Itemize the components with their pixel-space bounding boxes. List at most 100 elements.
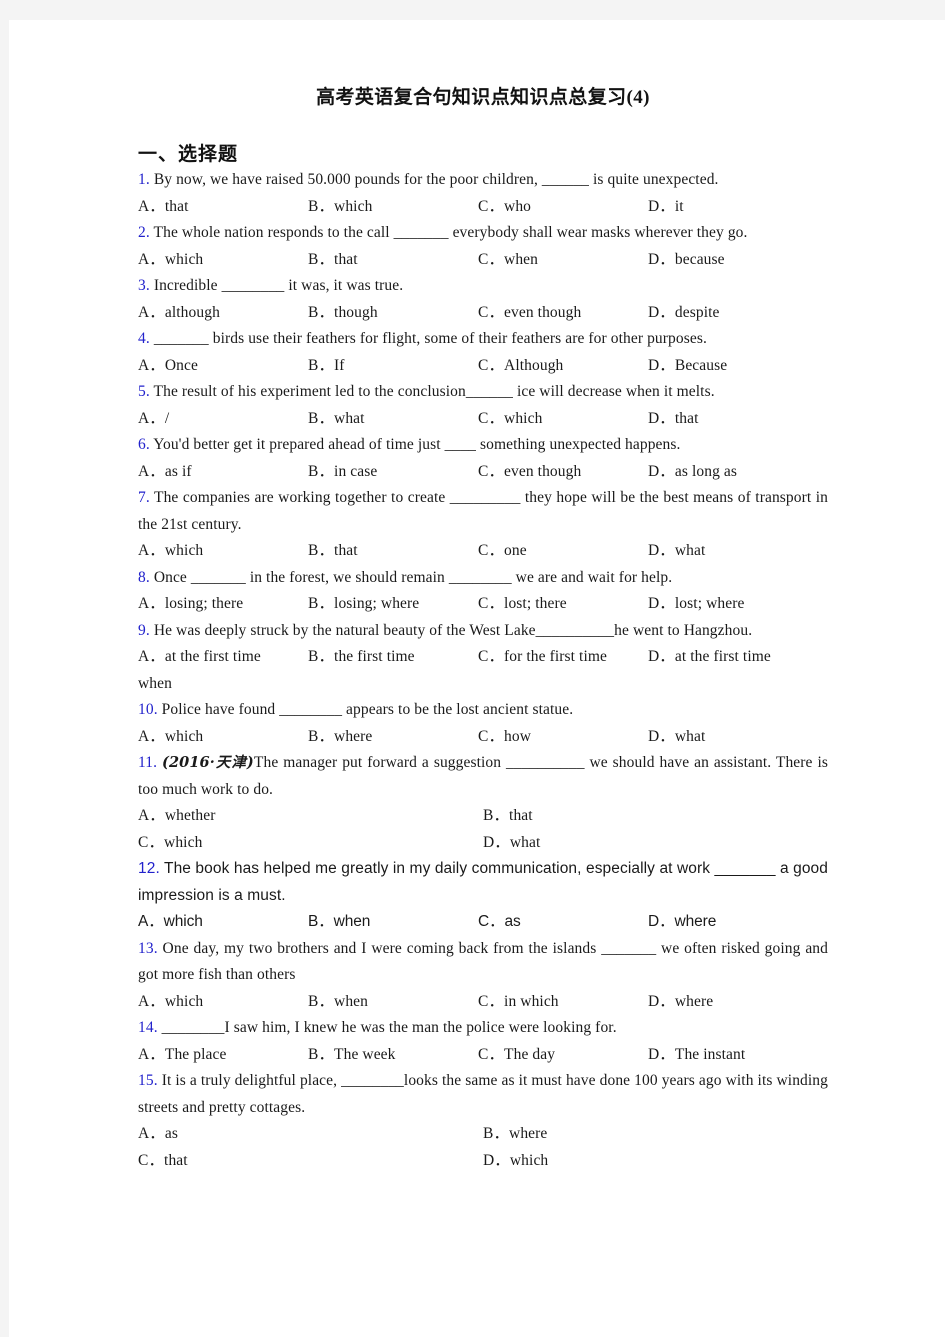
question-stem-text: ________I saw him, I knew he was the man… [161, 1019, 617, 1036]
answer-option[interactable]: D．lost; where [648, 591, 818, 618]
answer-option[interactable]: A．losing; there [138, 591, 308, 618]
question-item: 5. The result of his experiment led to t… [138, 379, 828, 432]
answer-option[interactable]: C．which [478, 406, 648, 433]
answer-option[interactable]: D．at the first time [648, 644, 818, 671]
answer-option[interactable]: C．as [478, 909, 648, 936]
question-stem-text: One day, my two brothers and I were comi… [138, 939, 829, 984]
answer-option[interactable]: A．which [138, 909, 308, 936]
question-number: 10. [138, 701, 158, 718]
section-heading-multiple-choice: 一、选择题 [138, 144, 239, 165]
answer-option[interactable]: D．it [648, 194, 818, 221]
question-item: 15. It is a truly delightful place, ____… [138, 1068, 828, 1174]
answer-option[interactable]: A．as if [138, 459, 308, 486]
answer-option[interactable]: D．because [648, 247, 818, 274]
answer-option[interactable]: D．what [648, 538, 818, 565]
answer-option[interactable]: B．though [308, 300, 478, 327]
answer-option[interactable]: D．where [648, 909, 818, 936]
question-item: 6. You'd better get it prepared ahead of… [138, 432, 828, 485]
answer-option[interactable]: C．when [478, 247, 648, 274]
option-row: A．which B．that C．when D．because [138, 247, 828, 274]
option-row: A．which B．when C．in which D．where [138, 989, 828, 1016]
answer-option[interactable]: A．that [138, 194, 308, 221]
answer-option[interactable]: A．which [138, 989, 308, 1016]
answer-option[interactable]: B．that [483, 803, 828, 830]
answer-option[interactable]: B．If [308, 353, 478, 380]
answer-option[interactable]: C．how [478, 724, 648, 751]
question-item: 9. He was deeply struck by the natural b… [138, 618, 828, 698]
question-item: 12. The book has helped me greatly in my… [138, 856, 828, 936]
option-row: A．which B．where C．how D．what [138, 724, 828, 751]
answer-option[interactable]: B．when [308, 989, 478, 1016]
option-row: C．which D．what [138, 830, 828, 857]
answer-option[interactable]: B．which [308, 194, 478, 221]
question-stem: 14. ________I saw him, I knew he was the… [138, 1015, 828, 1042]
question-stem-text: The result of his experiment led to the … [153, 383, 715, 400]
question-stem-text: Incredible ________ it was, it was true. [153, 277, 404, 294]
question-item: 13. One day, my two brothers and I were … [138, 936, 828, 1016]
page-title: 高考英语复合句知识点知识点总复习(4) [316, 87, 650, 108]
answer-option[interactable]: A．which [138, 724, 308, 751]
answer-option[interactable]: B．in case [308, 459, 478, 486]
answer-option[interactable]: D．as long as [648, 459, 818, 486]
option-row: A．at the first time B．the first time C．for… [138, 644, 828, 671]
answer-option[interactable]: D．what [648, 724, 818, 751]
question-number: 6. [138, 436, 150, 453]
answer-option[interactable]: B．losing; where [308, 591, 478, 618]
answer-option[interactable]: C．even though [478, 459, 648, 486]
answer-option[interactable]: D．which [483, 1148, 828, 1175]
answer-option[interactable]: D．The instant [648, 1042, 818, 1069]
answer-option[interactable]: A．/ [138, 406, 308, 433]
answer-option[interactable]: C．in which [478, 989, 648, 1016]
answer-option[interactable]: A．The place [138, 1042, 308, 1069]
answer-option[interactable]: D．what [483, 830, 828, 857]
answer-option[interactable]: C．which [138, 830, 483, 857]
question-item: 11. (2016·天津)The manager put forward a s… [138, 750, 828, 856]
question-number: 1. [138, 171, 150, 188]
question-number: 11. [138, 754, 158, 771]
question-stem: 10. Police have found ________ appears t… [138, 697, 828, 724]
answer-option[interactable]: C．The day [478, 1042, 648, 1069]
question-stem-text: _______ birds use their feathers for fli… [153, 330, 707, 347]
answer-option[interactable]: B．where [308, 724, 478, 751]
answer-option[interactable]: C．one [478, 538, 648, 565]
answer-option[interactable]: A．whether [138, 803, 483, 830]
answer-option[interactable]: D．where [648, 989, 818, 1016]
answer-option[interactable]: C．who [478, 194, 648, 221]
question-stem-text: You'd better get it prepared ahead of ti… [153, 436, 681, 453]
question-stem-text: The book has helped me greatly in my dai… [138, 860, 828, 904]
question-stem-text: He was deeply struck by the natural beau… [153, 621, 753, 639]
question-number: 3. [138, 277, 150, 294]
question-number: 15. [138, 1072, 158, 1089]
question-number: 14. [138, 1019, 158, 1036]
answer-option[interactable]: B．what [308, 406, 478, 433]
answer-option[interactable]: B．that [308, 247, 478, 274]
answer-option[interactable]: B．where [483, 1121, 828, 1148]
answer-option[interactable]: B．The week [308, 1042, 478, 1069]
answer-option[interactable]: A．although [138, 300, 308, 327]
answer-option[interactable]: C．that [138, 1148, 483, 1175]
question-item: 7. The companies are working together to… [138, 485, 828, 565]
question-number: 2. [138, 224, 150, 241]
answer-option[interactable]: A．as [138, 1121, 483, 1148]
answer-option[interactable]: D．that [648, 406, 818, 433]
question-item: 10. Police have found ________ appears t… [138, 697, 828, 750]
scan-margin-left [0, 0, 9, 1337]
answer-option[interactable]: A．which [138, 538, 308, 565]
answer-option[interactable]: C．even though [478, 300, 648, 327]
answer-option[interactable]: B．that [308, 538, 478, 565]
answer-option[interactable]: C．lost; there [478, 591, 648, 618]
question-stem: 8. Once _______ in the forest, we should… [138, 565, 828, 592]
answer-option[interactable]: A．at the first time [138, 644, 308, 671]
answer-option[interactable]: A．which [138, 247, 308, 274]
answer-option[interactable]: B．when [308, 909, 478, 936]
answer-option[interactable]: B．the first time [308, 644, 478, 671]
option-row: A．which B．when C．as D．where [138, 909, 828, 936]
answer-option[interactable]: C．Although [478, 353, 648, 380]
question-stem-text: It is a truly delightful place, ________… [138, 1072, 828, 1116]
answer-option[interactable]: A．Once [138, 353, 308, 380]
option-overflow-text: when [138, 674, 172, 692]
answer-option[interactable]: C．for the first time [478, 644, 648, 671]
answer-option[interactable]: D．Because [648, 353, 818, 380]
question-stem: 5. The result of his experiment led to t… [138, 379, 828, 406]
answer-option[interactable]: D．despite [648, 300, 818, 327]
